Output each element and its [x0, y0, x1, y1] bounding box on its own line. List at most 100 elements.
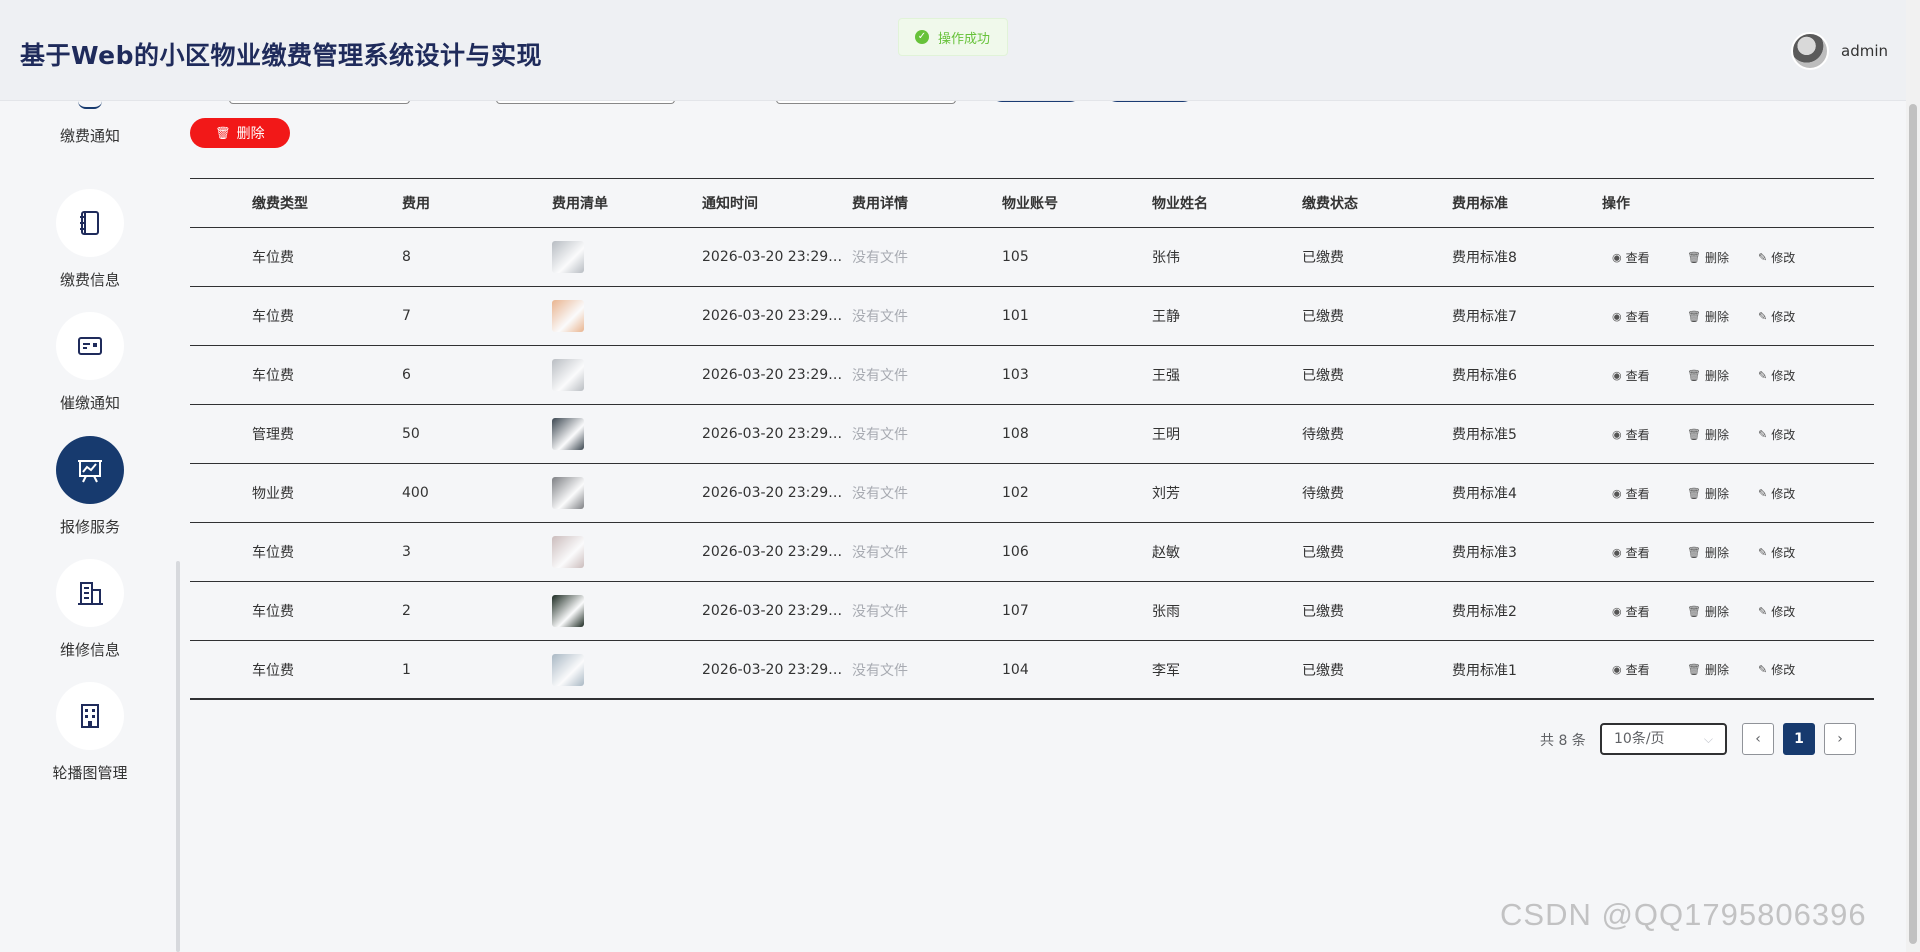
fee-list-thumbnail[interactable]: [552, 241, 584, 273]
cell-standard: 费用标准1: [1452, 662, 1517, 679]
cell-name: 张雨: [1152, 604, 1180, 620]
next-page-button[interactable]: ›: [1824, 723, 1856, 755]
sidebar-item-maintenance-info[interactable]: 维修信息: [0, 559, 180, 660]
edit-button[interactable]: ✎ 修改: [1758, 544, 1795, 561]
view-button-label: 查看: [1625, 604, 1650, 619]
cell-name: 王静: [1152, 309, 1180, 325]
view-button[interactable]: ◉ 查看: [1612, 308, 1650, 325]
view-button-label: 查看: [1625, 309, 1650, 324]
cell-notice-time: 2026-03-20 23:29…: [702, 426, 843, 442]
delete-button[interactable]: 🗑 删除: [1687, 308, 1729, 325]
view-button[interactable]: ◉ 查看: [1612, 485, 1650, 502]
cell-notice-time: 2026-03-20 23:29…: [702, 544, 843, 560]
edit-button-label: 修改: [1771, 604, 1796, 619]
view-button[interactable]: ◉ 查看: [1612, 249, 1650, 266]
delete-button-label: 删除: [1704, 368, 1729, 383]
check-circle-icon: ✓: [915, 30, 929, 44]
delete-button[interactable]: 🗑 删除: [1687, 485, 1729, 502]
view-button[interactable]: ◉ 查看: [1612, 367, 1650, 384]
delete-button[interactable]: 🗑 删除: [1687, 426, 1729, 443]
edit-button[interactable]: ✎ 修改: [1758, 426, 1795, 443]
chevron-down-icon: ⌵: [1703, 732, 1713, 746]
sidebar-item-payment-info[interactable]: 缴费信息: [0, 189, 180, 290]
delete-button-label: 删除: [1704, 604, 1729, 619]
avatar[interactable]: [1791, 32, 1829, 70]
edit-button[interactable]: ✎ 修改: [1758, 485, 1795, 502]
username[interactable]: admin: [1841, 42, 1888, 60]
header-name: 物业姓名: [1152, 196, 1208, 212]
cell-fee-detail: 没有文件: [852, 368, 908, 384]
view-button-label: 查看: [1625, 663, 1650, 677]
delete-button[interactable]: 🗑 删除: [1687, 603, 1729, 620]
sidebar-item-label: 轮播图管理: [52, 764, 128, 782]
edit-icon: ✎: [1758, 545, 1768, 559]
cell-notice-time: 2026-03-20 23:29…: [702, 249, 843, 265]
view-button[interactable]: ◉ 查看: [1612, 426, 1650, 443]
header-type: 缴费类型: [252, 196, 308, 212]
cell-status: 已缴费: [1302, 662, 1344, 679]
eye-icon: ◉: [1612, 663, 1622, 676]
fee-list-thumbnail[interactable]: [552, 536, 584, 568]
header-fee: 费用: [402, 196, 430, 212]
prev-page-button[interactable]: ‹: [1742, 723, 1774, 755]
view-button[interactable]: ◉ 查看: [1612, 661, 1650, 678]
page-scrollbar[interactable]: [1906, 0, 1920, 952]
fee-list-thumbnail[interactable]: [552, 418, 584, 450]
cell-name: 王明: [1152, 427, 1180, 443]
eye-icon: ◉: [1612, 427, 1622, 441]
eye-icon: ◉: [1612, 604, 1622, 618]
cell-status: 已缴费: [1302, 250, 1344, 266]
table-body: 车位费 8 2026-03-20 23:29… 没有文件 105 张伟 已缴费 费用标准8 ◉ 查…: [190, 228, 1874, 700]
cell-name: 李军: [1152, 662, 1180, 679]
page-number-1[interactable]: 1: [1783, 723, 1815, 755]
edit-button[interactable]: ✎ 修改: [1758, 603, 1795, 620]
fee-list-thumbnail[interactable]: [552, 654, 584, 686]
delete-button[interactable]: 🗑 删除: [1687, 249, 1729, 266]
scrollbar-thumb[interactable]: [1909, 104, 1917, 944]
cell-name: 王强: [1152, 368, 1180, 384]
cell-status: 已缴费: [1302, 545, 1344, 561]
fee-list-thumbnail[interactable]: [552, 595, 584, 627]
cell-account: 103: [1002, 367, 1029, 383]
cell-account: 104: [1002, 661, 1029, 678]
edit-icon: ✎: [1758, 486, 1768, 500]
fee-list-thumbnail[interactable]: [552, 477, 584, 509]
cell-name: 刘芳: [1152, 486, 1180, 502]
delete-button[interactable]: 🗑 删除: [1687, 544, 1729, 561]
trash-icon: 🗑: [1687, 663, 1701, 676]
header-fee-list: 费用清单: [552, 196, 608, 212]
delete-button[interactable]: 🗑 删除: [1687, 661, 1729, 678]
edit-icon: ✎: [1758, 427, 1768, 441]
edit-button[interactable]: ✎ 修改: [1758, 367, 1795, 384]
cell-fee: 2: [402, 603, 411, 619]
cell-name: 张伟: [1152, 250, 1180, 266]
cell-standard: 费用标准8: [1452, 250, 1517, 266]
sidebar-item-payment-notice[interactable]: 缴费通知: [0, 101, 180, 146]
edit-icon: ✎: [1758, 250, 1768, 264]
eye-icon: ◉: [1612, 309, 1622, 323]
sidebar-item-label: 维修信息: [59, 641, 120, 659]
user-menu[interactable]: admin: [1791, 32, 1888, 70]
cell-type: 管理费: [252, 427, 294, 443]
sidebar-item-repair-service[interactable]: 报修服务: [0, 436, 180, 537]
edit-button[interactable]: ✎ 修改: [1758, 249, 1795, 266]
sidebar-item-reminder[interactable]: 催缴通知: [0, 312, 180, 413]
fee-list-thumbnail[interactable]: [552, 359, 584, 391]
bulk-delete-button[interactable]: 🗑 删除: [190, 118, 290, 148]
edit-button[interactable]: ✎ 修改: [1758, 661, 1795, 678]
fee-list-thumbnail[interactable]: [552, 300, 584, 332]
sidebar-scrollbar[interactable]: [176, 561, 180, 952]
fee-table: 缴费类型 费用 费用清单 通知时间 费用详情 物业账号 物业姓名 缴费状态 费用…: [190, 178, 1874, 700]
delete-button[interactable]: 🗑 删除: [1687, 367, 1729, 384]
table-row: 管理费 50 2026-03-20 23:29… 没有文件 108 王明 待缴费 费用标准5 ◉…: [190, 405, 1874, 464]
watermark: CSDN @QQ1795806396: [1500, 897, 1867, 932]
view-button[interactable]: ◉ 查看: [1612, 603, 1650, 620]
sidebar-item-carousel[interactable]: 轮播图管理: [0, 682, 180, 783]
edit-button[interactable]: ✎ 修改: [1758, 308, 1795, 325]
header-standard: 费用标准: [1452, 196, 1508, 212]
table-header: 缴费类型 费用 费用清单 通知时间 费用详情 物业账号 物业姓名 缴费状态 费用…: [190, 178, 1874, 228]
view-button[interactable]: ◉ 查看: [1612, 544, 1650, 561]
page-size-select[interactable]: 10条/页 ⌵: [1600, 723, 1727, 755]
delete-button-label: 删除: [1704, 250, 1729, 265]
trash-icon: 🗑: [215, 126, 231, 140]
